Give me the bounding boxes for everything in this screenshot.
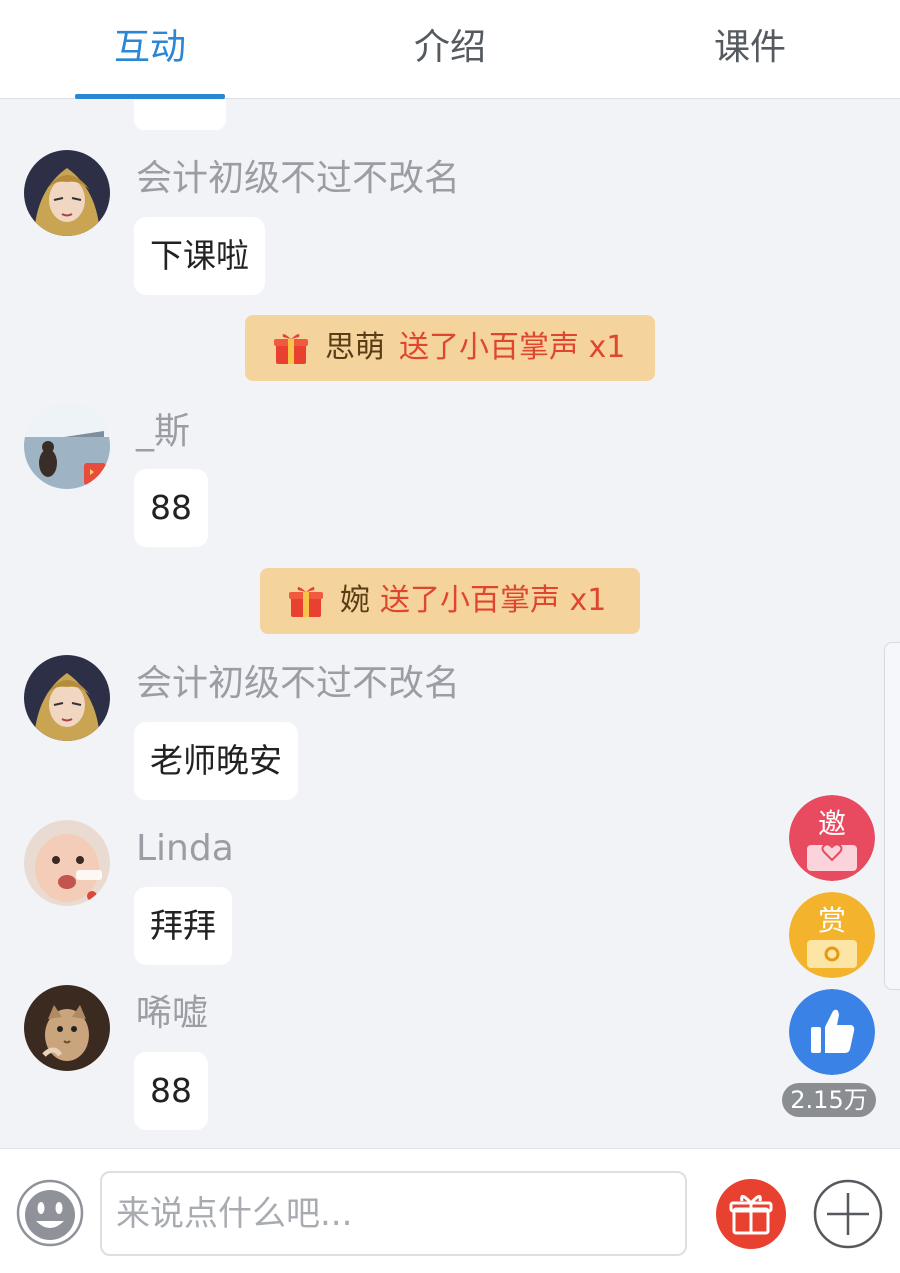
tab-courseware[interactable]: 课件: [600, 0, 900, 98]
anime-girl-avatar[interactable]: [24, 655, 110, 741]
gift-notification: 思萌 送了小百掌声 x1: [245, 315, 655, 381]
like-button[interactable]: [789, 989, 875, 1075]
chat-message-list[interactable]: 会计初级不过不改名 下课啦 思萌 送了小百掌声 x1 _斯 88 婉 送了小百掌…: [0, 100, 900, 1148]
message-bubble: 下课啦: [134, 217, 265, 295]
tab-bar: 互动 介绍 课件: [0, 0, 900, 99]
plus-icon[interactable]: [813, 1179, 883, 1249]
tab-interaction[interactable]: 互动: [0, 0, 300, 98]
message-username: 会计初级不过不改名: [136, 663, 461, 704]
baby-photo-avatar[interactable]: [24, 820, 110, 906]
message-username: 唏嘘: [136, 993, 209, 1034]
message-bubble: 拜拜: [134, 887, 232, 965]
gift-notification: 婉 送了小百掌声 x1: [260, 568, 640, 634]
input-bar: [0, 1148, 900, 1273]
message-bubble: 88: [134, 1052, 208, 1130]
gift-icon[interactable]: [716, 1179, 786, 1249]
message-bubble: 老师晚安: [134, 722, 298, 800]
reward-button[interactable]: 赏: [789, 892, 875, 978]
gift-box-icon: [274, 333, 308, 364]
invite-label: 邀: [818, 807, 846, 840]
seaside-photo-avatar[interactable]: [24, 403, 110, 489]
gift-box-icon: [289, 586, 323, 617]
gift-giver-name: 思萌: [325, 330, 385, 365]
active-tab-indicator: [75, 94, 225, 99]
message-username: _斯: [136, 411, 191, 452]
message-username: 会计初级不过不改名: [136, 158, 461, 199]
tab-introduction[interactable]: 介绍: [300, 0, 600, 98]
like-count-badge: 2.15万: [782, 1083, 876, 1117]
gift-giver-name: 婉: [340, 583, 370, 618]
gift-action-text: 送了小百掌声 x1: [380, 583, 607, 618]
gift-action-text: 送了小百掌声 x1: [399, 330, 626, 365]
cat-photo-avatar[interactable]: [24, 985, 110, 1071]
previous-message-bubble: [134, 100, 226, 130]
message-bubble: 88: [134, 469, 208, 547]
message-username: Linda: [136, 828, 234, 869]
side-drawer-handle[interactable]: [884, 642, 900, 990]
emoji-icon[interactable]: [16, 1179, 84, 1247]
reward-label: 赏: [818, 904, 846, 937]
invite-button[interactable]: 邀: [789, 795, 875, 881]
anime-girl-avatar[interactable]: [24, 150, 110, 236]
chat-message-input[interactable]: [100, 1171, 687, 1256]
